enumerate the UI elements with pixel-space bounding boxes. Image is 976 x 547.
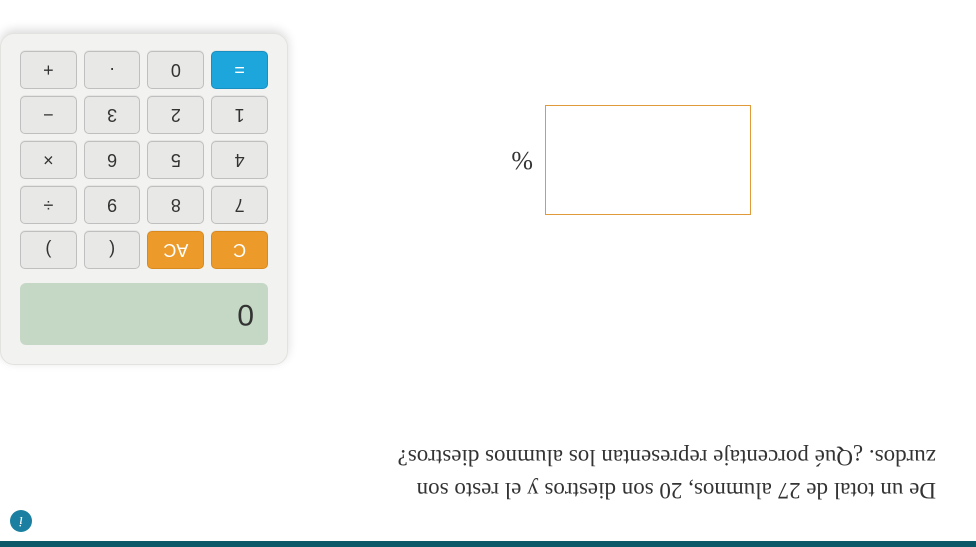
calc-btn-ac[interactable]: AC <box>148 231 205 269</box>
calc-btn-7[interactable]: 7 <box>211 186 268 224</box>
q-num-total: 27 <box>778 478 801 503</box>
calc-label: + <box>43 60 54 81</box>
q-line2: zurdos. ¿Qué porcentaje representan los … <box>398 445 936 470</box>
calc-btn-add[interactable]: + <box>20 51 77 89</box>
calc-btn-6[interactable]: 6 <box>84 141 141 179</box>
calc-btn-paren-open[interactable]: ( <box>84 231 141 269</box>
calc-display-value: 0 <box>237 297 254 331</box>
calc-label: 7 <box>235 195 245 216</box>
calc-label: × <box>43 150 54 171</box>
calc-label: ) <box>45 240 51 261</box>
calc-label: 8 <box>171 195 181 216</box>
calc-btn-8[interactable]: 8 <box>148 186 205 224</box>
calc-btn-c[interactable]: C <box>211 231 268 269</box>
calc-btn-0[interactable]: 0 <box>148 51 205 89</box>
calc-label: C <box>233 240 246 261</box>
calc-btn-3[interactable]: 3 <box>84 96 141 134</box>
calc-btn-multiply[interactable]: × <box>20 141 77 179</box>
calc-btn-divide[interactable]: ÷ <box>20 186 77 224</box>
calc-label: 3 <box>107 105 117 126</box>
calc-label: · <box>109 60 115 81</box>
answer-row: % <box>511 105 751 215</box>
calc-label: − <box>43 105 54 126</box>
calc-btn-equals[interactable]: = <box>211 51 268 89</box>
calc-label: 2 <box>171 105 181 126</box>
calc-label: 1 <box>235 105 245 126</box>
help-symbol: i <box>19 513 23 530</box>
calculator: 0 C AC ( ) 7 8 9 ÷ 4 5 6 × 1 2 3 − = 0 ·… <box>0 33 288 365</box>
help-icon[interactable]: i <box>10 510 32 532</box>
percent-sign: % <box>511 145 533 175</box>
calc-btn-2[interactable]: 2 <box>148 96 205 134</box>
q-part: alumnos, <box>682 478 777 503</box>
calc-label: 5 <box>171 150 181 171</box>
calc-label: AC <box>163 240 188 261</box>
calc-label: 6 <box>107 150 117 171</box>
top-bar <box>0 541 976 547</box>
answer-input[interactable] <box>545 105 751 215</box>
calc-label: = <box>234 60 245 81</box>
calc-btn-subtract[interactable]: − <box>20 96 77 134</box>
calc-label: 4 <box>235 150 245 171</box>
calc-label: ( <box>109 240 115 261</box>
question-text: De un total de 27 alumnos, 20 son diestr… <box>40 440 936 507</box>
calc-label: ÷ <box>43 195 53 216</box>
calc-btn-9[interactable]: 9 <box>84 186 141 224</box>
q-num-diestros: 20 <box>659 478 682 503</box>
q-part: De un total de <box>801 478 936 503</box>
calc-btn-5[interactable]: 5 <box>148 141 205 179</box>
calc-btn-4[interactable]: 4 <box>211 141 268 179</box>
calc-btn-paren-close[interactable]: ) <box>20 231 77 269</box>
calc-label: 0 <box>171 60 181 81</box>
q-part: son diestros y el resto son <box>417 478 660 503</box>
calc-btn-dot[interactable]: · <box>84 51 141 89</box>
calc-display: 0 <box>20 283 268 345</box>
calc-keypad: C AC ( ) 7 8 9 ÷ 4 5 6 × 1 2 3 − = 0 · + <box>20 51 268 269</box>
calc-label: 9 <box>107 195 117 216</box>
calc-btn-1[interactable]: 1 <box>211 96 268 134</box>
